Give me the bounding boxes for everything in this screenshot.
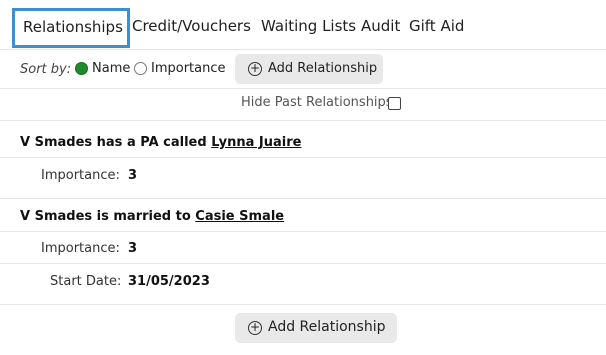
sort-name-radio[interactable]	[75, 62, 88, 75]
add-relationship-label: Add Relationship	[268, 319, 386, 335]
sort-importance-label[interactable]: Importance	[151, 61, 226, 76]
relationship-title: V Smades is married to Casie Smale	[20, 209, 284, 224]
divider	[0, 157, 606, 158]
plus-circle-icon: +	[248, 61, 262, 76]
relationship-description: V Smades has a PA called	[20, 135, 212, 150]
relationship-description: V Smades is married to	[20, 209, 196, 224]
hide-past-checkbox[interactable]	[388, 97, 401, 110]
hide-past-label: Hide Past Relationships	[241, 95, 393, 110]
add-relationship-button-bottom[interactable]: + Add Relationship	[235, 313, 397, 343]
divider	[0, 231, 606, 232]
divider	[0, 120, 606, 121]
sort-name-label[interactable]: Name	[92, 61, 130, 76]
tab-gift-aid[interactable]: Gift Aid	[409, 8, 464, 48]
start-date-value: 31/05/2023	[128, 274, 210, 289]
sort-by-label: Sort by:	[20, 62, 72, 77]
relationship-title: V Smades has a PA called Lynna Juaire	[20, 135, 301, 150]
importance-label: Importance:	[41, 168, 120, 183]
add-relationship-button-top[interactable]: + Add Relationship	[235, 54, 383, 84]
divider	[0, 263, 606, 264]
relationship-person-link[interactable]: Lynna Juaire	[211, 135, 301, 150]
relationship-person-link[interactable]: Casie Smale	[195, 209, 284, 224]
divider	[0, 198, 606, 199]
importance-label: Importance:	[41, 241, 120, 256]
start-date-label: Start Date:	[50, 274, 122, 289]
tab-relationships[interactable]: Relationships	[12, 8, 130, 48]
add-relationship-label: Add Relationship	[268, 61, 378, 76]
divider	[0, 304, 606, 305]
tab-waiting-lists[interactable]: Waiting Lists	[261, 8, 356, 48]
importance-value: 3	[128, 241, 138, 256]
tab-bar: Relationships Credit/Vouchers Waiting Li…	[12, 8, 600, 48]
tab-divider	[0, 49, 606, 50]
plus-circle-icon: +	[248, 320, 262, 335]
tab-credit-vouchers[interactable]: Credit/Vouchers	[132, 8, 251, 48]
tab-audit[interactable]: Audit	[361, 8, 400, 48]
importance-value: 3	[128, 168, 138, 183]
divider	[0, 88, 606, 89]
sort-importance-radio[interactable]	[134, 62, 147, 75]
